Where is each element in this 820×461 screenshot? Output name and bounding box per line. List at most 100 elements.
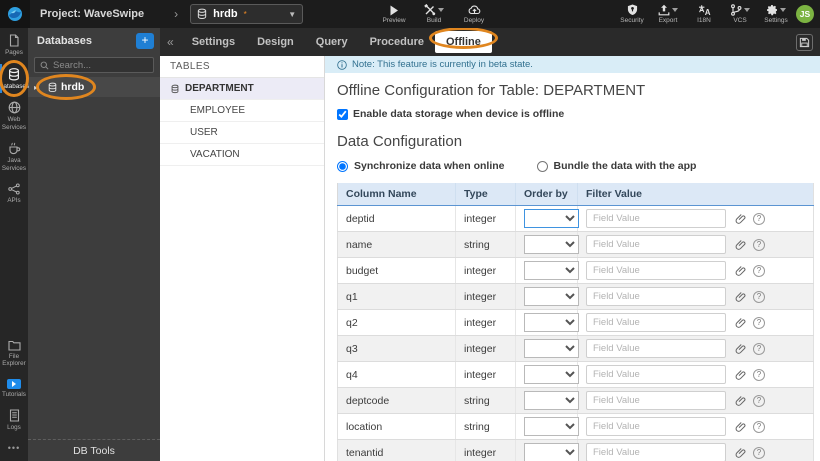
table-item-vacation[interactable]: VACATION (160, 144, 324, 166)
bind-field-paperclip-icon[interactable] (735, 213, 746, 225)
database-item-hrdb[interactable]: ▸ hrdb (28, 74, 160, 100)
tables-list-panel: TABLES DEPARTMENT EMPLOYEE USER VACATION (160, 56, 325, 461)
search-input[interactable] (53, 59, 148, 71)
table-row: deptcode string ? (337, 387, 814, 414)
preview-button[interactable]: Preview (382, 4, 406, 24)
user-avatar[interactable]: JS (796, 5, 814, 23)
help-icon[interactable]: ? (753, 212, 765, 225)
settings-button[interactable]: Settings (764, 4, 788, 24)
caret-down-icon (780, 8, 786, 12)
more-options-button[interactable]: ••• (0, 437, 28, 461)
order-by-select[interactable] (524, 391, 579, 410)
order-by-select[interactable] (524, 365, 579, 384)
sidebar-item-web-services[interactable]: Web Services (0, 95, 28, 136)
db-tools-button[interactable]: DB Tools (28, 439, 160, 461)
help-icon[interactable]: ? (753, 264, 765, 277)
security-shield-icon (627, 4, 638, 16)
help-icon[interactable]: ? (753, 316, 765, 329)
bind-field-paperclip-icon[interactable] (735, 369, 746, 381)
column-name-cell: q4 (337, 361, 456, 388)
column-type-cell: integer (455, 309, 516, 336)
help-icon[interactable]: ? (753, 368, 765, 381)
i18n-button[interactable]: A I18N (692, 4, 716, 24)
bind-field-paperclip-icon[interactable] (735, 421, 746, 433)
help-icon[interactable]: ? (753, 394, 765, 407)
export-upload-icon (658, 4, 678, 16)
security-button[interactable]: Security (620, 4, 644, 24)
filter-value-input[interactable] (586, 209, 726, 228)
export-button[interactable]: Export (656, 4, 680, 24)
filter-value-input[interactable] (586, 339, 726, 358)
synchronize-radio[interactable] (337, 160, 348, 172)
sidebar-item-apis[interactable]: APIs (0, 177, 28, 210)
enable-offline-label: Enable data storage when device is offli… (353, 108, 565, 120)
table-row: tenantid integer ? (337, 439, 814, 461)
sidebar-item-tutorials[interactable]: Tutorials (0, 373, 28, 404)
filter-value-input[interactable] (586, 365, 726, 384)
folder-icon (7, 340, 21, 351)
table-row: q1 integer ? (337, 283, 814, 310)
add-database-button[interactable]: + (136, 33, 154, 49)
table-row: q4 integer ? (337, 361, 814, 388)
order-by-select[interactable] (524, 443, 579, 461)
unsaved-marker: * (243, 9, 247, 19)
deploy-cloud-icon (468, 4, 481, 16)
help-icon[interactable]: ? (753, 238, 765, 251)
tab-settings[interactable]: Settings (181, 31, 246, 53)
app-logo[interactable] (0, 0, 30, 28)
bind-field-paperclip-icon[interactable] (735, 395, 746, 407)
order-by-select[interactable] (524, 313, 579, 332)
filter-value-input[interactable] (586, 313, 726, 332)
help-icon[interactable]: ? (753, 290, 765, 303)
filter-value-input[interactable] (586, 261, 726, 280)
sidebar-item-file-explorer[interactable]: File Explorer (0, 334, 28, 373)
vcs-button[interactable]: VCS (728, 4, 752, 24)
wavemaker-ide-window: Project: WaveSwipe › hrdb * ▼ Preview Bu… (0, 0, 820, 461)
breadcrumb-chevron-icon: › (174, 7, 179, 21)
table-item-department[interactable]: DEPARTMENT (160, 78, 324, 100)
collapse-panel-button[interactable]: « (160, 35, 181, 49)
tab-design[interactable]: Design (246, 31, 305, 53)
bind-field-paperclip-icon[interactable] (735, 343, 746, 355)
filter-value-input[interactable] (586, 391, 726, 410)
database-search-box[interactable] (34, 57, 154, 73)
save-button[interactable] (796, 33, 813, 51)
filter-value-input[interactable] (586, 235, 726, 254)
bind-field-paperclip-icon[interactable] (735, 447, 746, 459)
help-icon[interactable]: ? (753, 420, 765, 433)
filter-value-input[interactable] (586, 443, 726, 461)
tab-offline[interactable]: Offline (429, 27, 498, 53)
filter-value-input[interactable] (586, 417, 726, 436)
order-by-select[interactable] (524, 261, 579, 280)
bind-field-paperclip-icon[interactable] (735, 291, 746, 303)
sync-mode-radio-group: Synchronize data when online Bundle the … (337, 160, 820, 172)
bind-field-paperclip-icon[interactable] (735, 239, 746, 251)
table-item-employee[interactable]: EMPLOYEE (160, 100, 324, 122)
order-by-select[interactable] (524, 339, 579, 358)
expand-caret-icon[interactable]: ▸ (34, 83, 38, 92)
table-item-user[interactable]: USER (160, 122, 324, 144)
bind-field-paperclip-icon[interactable] (735, 265, 746, 277)
tab-procedure[interactable]: Procedure (359, 31, 435, 53)
deploy-button[interactable]: Deploy (462, 4, 486, 24)
bind-field-paperclip-icon[interactable] (735, 317, 746, 329)
bundle-radio[interactable] (536, 160, 548, 172)
help-icon[interactable]: ? (753, 342, 765, 355)
order-by-select[interactable] (524, 287, 579, 306)
enable-offline-checkbox[interactable] (337, 108, 348, 120)
help-icon[interactable]: ? (753, 446, 765, 459)
order-by-select[interactable] (524, 209, 579, 228)
order-by-select[interactable] (524, 235, 579, 254)
page-title: Offline Configuration for Table: DEPARTM… (337, 82, 646, 99)
sidebar-item-pages[interactable]: Pages (0, 28, 28, 62)
column-type-cell: integer (455, 361, 516, 388)
database-selector-dropdown[interactable]: hrdb * ▼ (190, 4, 304, 24)
sidebar-item-logs[interactable]: Logs (0, 403, 28, 437)
order-by-select[interactable] (524, 417, 579, 436)
filter-value-input[interactable] (586, 287, 726, 306)
column-type-cell: integer (455, 205, 516, 232)
sidebar-item-databases[interactable]: Databases (0, 59, 29, 98)
tab-query[interactable]: Query (305, 31, 359, 53)
build-button[interactable]: Build (422, 4, 446, 24)
sidebar-item-java-services[interactable]: Java Services (0, 136, 28, 177)
